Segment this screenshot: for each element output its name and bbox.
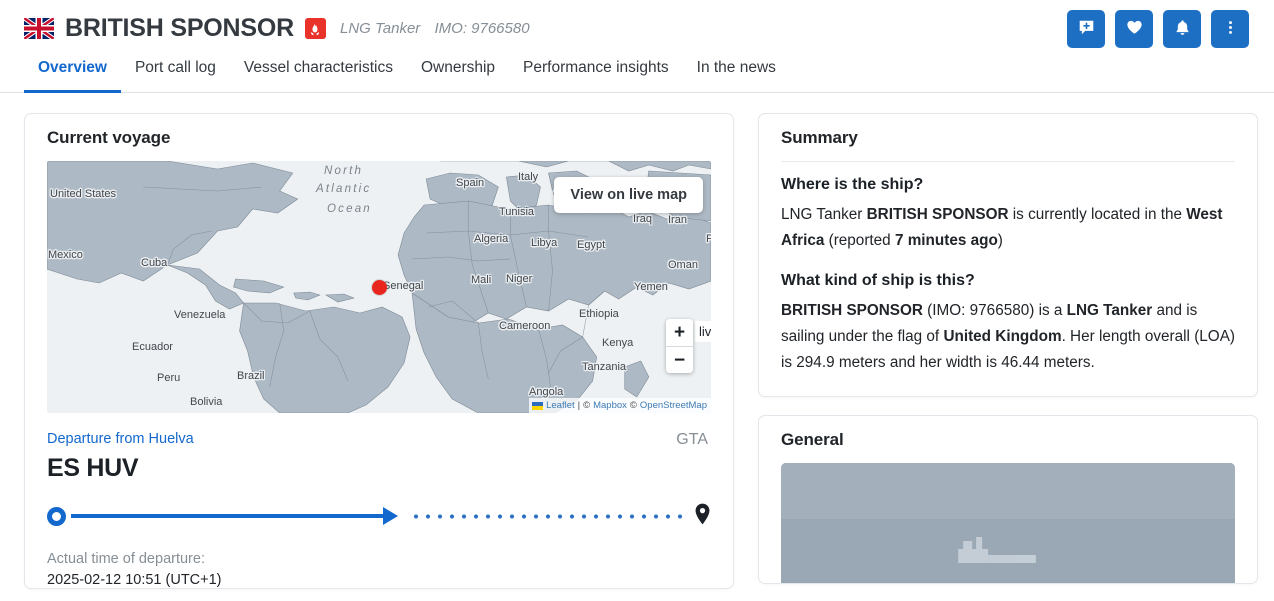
- voyage-progress-bar: [47, 503, 711, 530]
- tab-ownership[interactable]: Ownership: [407, 59, 509, 93]
- general-title: General: [781, 430, 844, 449]
- header-actions: [1067, 9, 1250, 48]
- q2-flag-state: United Kingdom: [943, 328, 1062, 345]
- page-title: BRITISH SPONSOR: [65, 14, 294, 42]
- favorite-button[interactable]: [1115, 9, 1153, 48]
- bell-icon: [1174, 19, 1191, 39]
- arrival-port-code: GTA: [676, 431, 708, 448]
- summary-answer-location: LNG Tanker BRITISH SPONSOR is currently …: [781, 202, 1235, 254]
- tab-overview[interactable]: Overview: [24, 59, 121, 93]
- voyage-track-remaining: [406, 513, 690, 519]
- vessel-type: LNG Tanker: [339, 20, 421, 37]
- tab-port-call-log[interactable]: Port call log: [121, 59, 230, 93]
- leaflet-link[interactable]: Leaflet: [546, 399, 575, 412]
- q1-text-g: ): [997, 232, 1003, 249]
- q1-text-a: LNG Tanker: [781, 206, 867, 223]
- three-dots-vertical-icon: [1222, 19, 1239, 39]
- atd-label: Actual time of departure:: [47, 551, 205, 567]
- osm-copyright-mark: ©: [629, 400, 637, 411]
- q1-text-e: (reported: [824, 232, 895, 249]
- q2-vessel-name: BRITISH SPONSOR: [781, 302, 923, 319]
- voyage-current-position-arrow-icon: [383, 507, 398, 525]
- tab-in-the-news[interactable]: In the news: [683, 59, 790, 93]
- destination-pin-icon: [694, 503, 711, 530]
- current-voyage-card: Current voyage North Atlantic Ocean Unit…: [24, 113, 734, 589]
- view-on-live-map-button[interactable]: View on live map: [554, 177, 703, 213]
- q2-text-b: (IMO: 9766580) is a: [922, 302, 1067, 319]
- q1-text-c: is currently located in the: [1008, 206, 1187, 223]
- main-content: Current voyage North Atlantic Ocean Unit…: [0, 93, 1274, 601]
- more-options-button[interactable]: [1211, 9, 1249, 48]
- departure-port-code: ES HUV: [47, 454, 139, 482]
- mapbox-copyright-mark: ©: [583, 400, 591, 411]
- left-column: Current voyage North Atlantic Ocean Unit…: [24, 113, 734, 601]
- vessel-meta: LNG Tanker IMO: 9766580: [340, 20, 530, 37]
- voyage-track-completed: [71, 514, 383, 518]
- map-attribution: Leaflet | © Mapbox © OpenStreetMap: [529, 398, 711, 413]
- voyage-start-node-icon: [47, 506, 66, 526]
- openstreetmap-link[interactable]: OpenStreetMap: [640, 399, 707, 412]
- summary-card: Summary Where is the ship? LNG Tanker BR…: [758, 113, 1258, 397]
- ukraine-flag-icon: [532, 401, 544, 410]
- summary-question-ship-type: What kind of ship is this?: [781, 272, 975, 289]
- add-comment-icon: [1078, 19, 1095, 39]
- mapbox-link[interactable]: Mapbox: [593, 399, 627, 412]
- vessel-imo: IMO: 9766580: [434, 20, 530, 37]
- voyage-map[interactable]: North Atlantic Ocean United States Mexic…: [47, 161, 711, 413]
- current-voyage-title: Current voyage: [47, 128, 171, 147]
- primary-tabs: Overview Port call log Vessel characteri…: [0, 47, 1274, 93]
- flammable-cargo-icon: [304, 18, 326, 39]
- zoom-in-button[interactable]: +: [666, 319, 693, 346]
- map-zoom-controls: + −: [666, 319, 693, 373]
- tab-performance-insights[interactable]: Performance insights: [509, 59, 683, 93]
- q1-report-time: 7 minutes ago: [894, 232, 998, 249]
- general-card: General: [758, 415, 1258, 584]
- clipped-live-label: live: [695, 321, 711, 342]
- voyage-details: Departure from Huelva ES HUV GTA Actual …: [25, 413, 733, 588]
- uk-flag-icon: [24, 18, 54, 39]
- alerts-button[interactable]: [1163, 9, 1201, 48]
- tab-vessel-characteristics[interactable]: Vessel characteristics: [230, 59, 407, 93]
- q1-vessel-name: BRITISH SPONSOR: [866, 206, 1009, 223]
- q2-vessel-type: LNG Tanker: [1066, 302, 1153, 319]
- ship-position-marker[interactable]: [372, 280, 387, 295]
- heart-icon: [1126, 19, 1143, 39]
- atd-value: 2025-02-12 10:51 (UTC+1): [47, 572, 222, 588]
- summary-body: Where is the ship? LNG Tanker BRITISH SP…: [759, 162, 1257, 396]
- right-column: Summary Where is the ship? LNG Tanker BR…: [758, 113, 1258, 601]
- summary-answer-ship-type: BRITISH SPONSOR (IMO: 9766580) is a LNG …: [781, 298, 1235, 376]
- page-header: BRITISH SPONSOR LNG Tanker IMO: 9766580: [0, 0, 1274, 48]
- departure-port-link[interactable]: Departure from Huelva: [47, 431, 194, 447]
- zoom-out-button[interactable]: −: [666, 346, 693, 373]
- departure-block: Departure from Huelva ES HUV: [47, 413, 194, 483]
- voyage-endpoints: Departure from Huelva ES HUV GTA: [47, 413, 711, 483]
- summary-question-location: Where is the ship?: [781, 176, 924, 193]
- attribution-separator: |: [577, 400, 581, 411]
- summary-title: Summary: [781, 128, 858, 147]
- add-note-button[interactable]: [1067, 9, 1105, 48]
- vessel-photo[interactable]: [781, 463, 1235, 583]
